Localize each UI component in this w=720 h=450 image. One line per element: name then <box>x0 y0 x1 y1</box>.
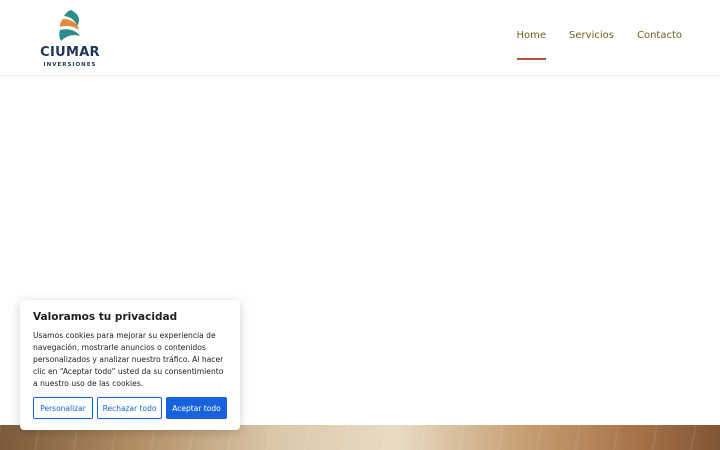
nav-item-contacto[interactable]: Contacto <box>637 30 682 41</box>
cookie-actions: Personalizar Rechazar todo Aceptar todo <box>33 397 227 419</box>
logo-leaf-icon <box>59 10 80 41</box>
cookie-title: Valoramos tu privacidad <box>33 311 178 323</box>
site-header: CIUMAR INVERSIONES Home Servicios Contac… <box>0 0 720 76</box>
reject-all-button[interactable]: Rechazar todo <box>97 397 162 419</box>
logo-wordmark: CIUMAR <box>40 45 100 60</box>
nav-item-home[interactable]: Home <box>516 30 546 60</box>
nav-item-servicios[interactable]: Servicios <box>569 30 614 41</box>
cookie-description: Usamos cookies para mejorar su experienc… <box>33 331 224 388</box>
cookie-consent-banner: Valoramos tu privacidad Usamos cookies p… <box>20 300 240 430</box>
main-nav: Home Servicios Contacto <box>516 30 682 60</box>
brand-logo[interactable]: CIUMAR INVERSIONES <box>40 10 100 68</box>
logo-tagline: INVERSIONES <box>43 62 97 68</box>
accept-all-button[interactable]: Aceptar todo <box>166 397 227 419</box>
customize-button[interactable]: Personalizar <box>33 397 93 419</box>
